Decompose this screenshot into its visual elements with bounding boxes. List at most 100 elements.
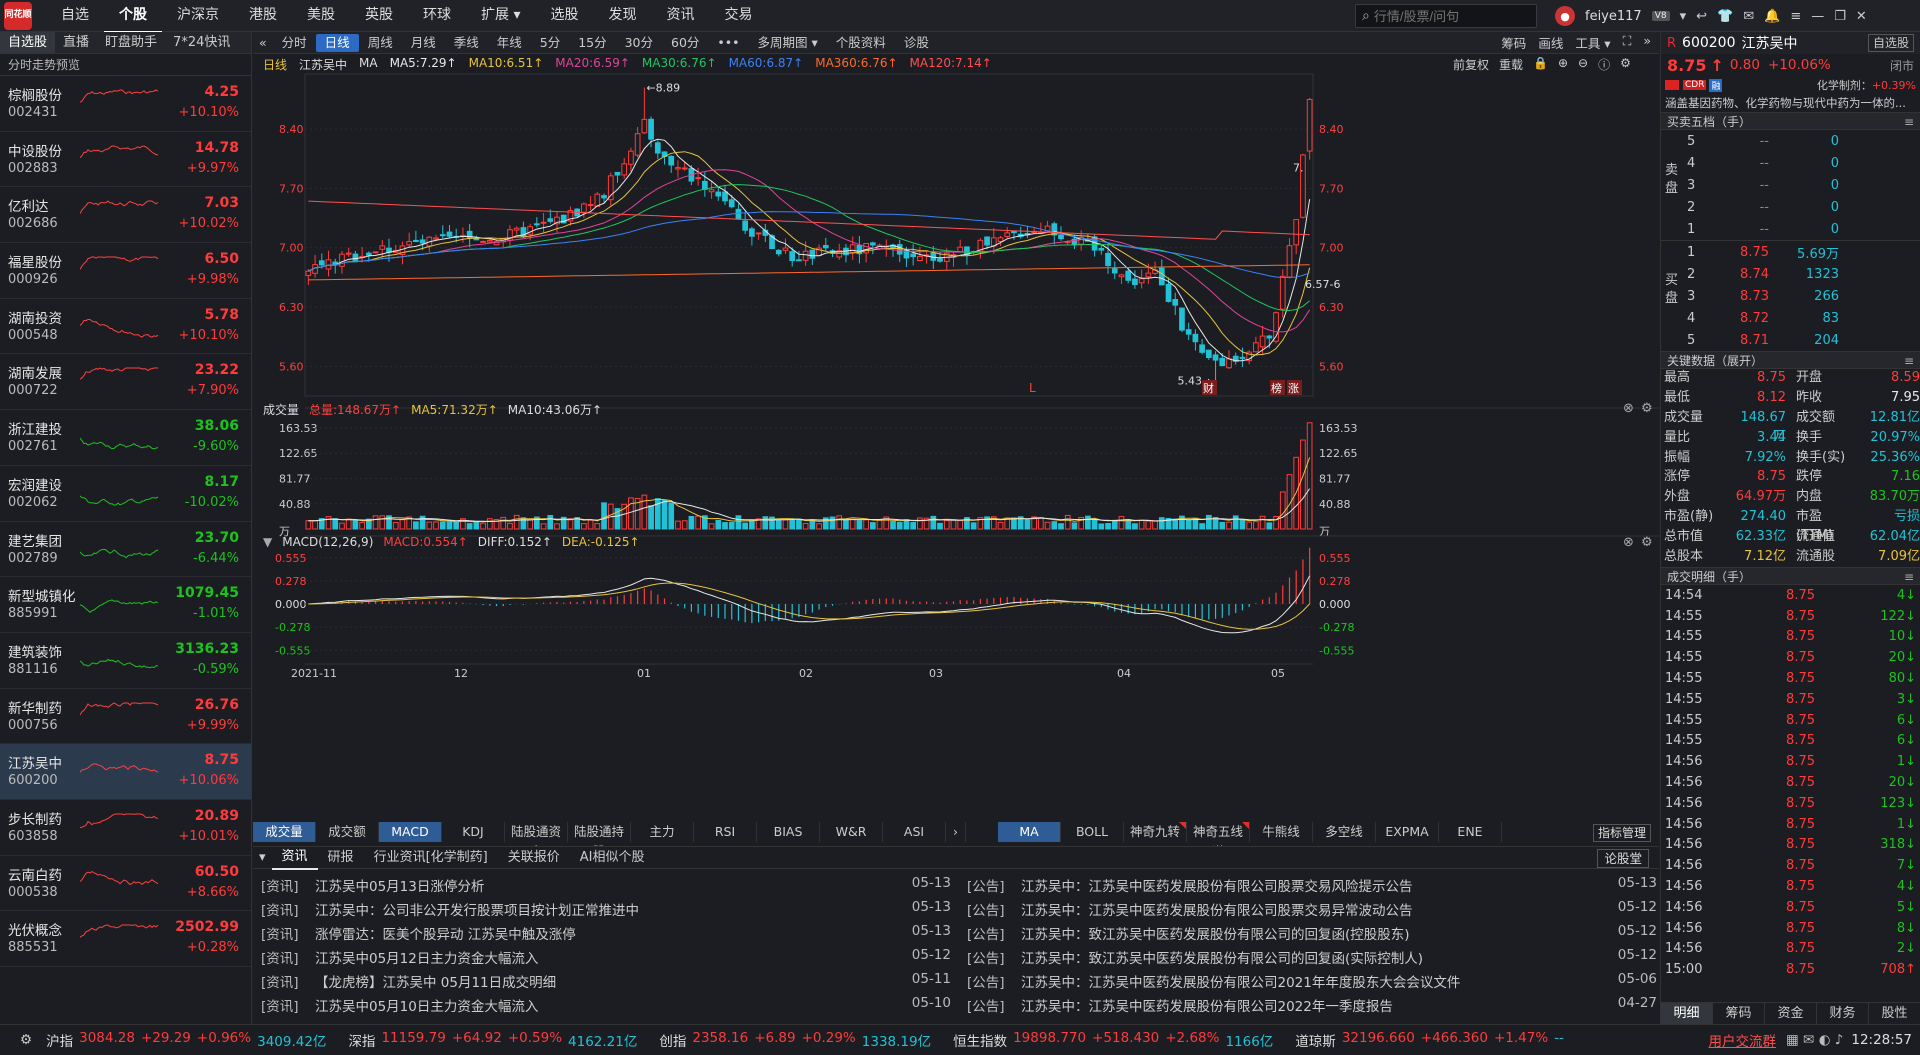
indicator-tab-9[interactable]: W&R bbox=[820, 822, 883, 842]
list-item[interactable]: 湖南发展 000722 23.22 +7.90% bbox=[0, 354, 251, 411]
menu-item-9[interactable]: 发现 bbox=[593, 0, 651, 33]
menu-item-8[interactable]: 选股 bbox=[535, 0, 593, 33]
close-icon[interactable]: ✕ bbox=[1856, 9, 1867, 24]
menu-item-10[interactable]: 资讯 bbox=[651, 0, 709, 33]
indicator-tab-6[interactable]: 主力 bbox=[631, 822, 694, 842]
menu-item-2[interactable]: 沪深京 bbox=[162, 0, 234, 33]
quote-tab-3[interactable]: 财务 bbox=[1817, 1003, 1869, 1024]
add-icon[interactable]: ⊕ bbox=[1558, 56, 1568, 73]
discuss-button[interactable]: 论股堂 bbox=[1597, 849, 1649, 868]
event-badge[interactable]: 榜 bbox=[1270, 380, 1285, 395]
list-item[interactable]: 云南白药 000538 60.50 +8.66% bbox=[0, 856, 251, 912]
lock-icon[interactable]: 🔒 bbox=[1533, 56, 1548, 73]
list-item[interactable]: 浙江建投 002761 38.06 -9.60% bbox=[0, 410, 251, 466]
period-tab-9[interactable]: 60分 bbox=[662, 32, 708, 54]
news-item[interactable]: [公告] 江苏吴中：江苏吴中医药发展股份有限公司2022年一季度报告 04-27 bbox=[967, 995, 1657, 1019]
news-tab-2[interactable]: 行业资讯[化学制药] bbox=[364, 847, 498, 869]
event-badge[interactable]: 财 bbox=[1202, 380, 1217, 395]
close-panel-icon[interactable]: ⊗ bbox=[1623, 401, 1634, 416]
period-tab-10[interactable]: ••• bbox=[708, 32, 748, 54]
period-tab-6[interactable]: 5分 bbox=[531, 32, 569, 54]
search-input[interactable] bbox=[1373, 8, 1524, 24]
list-item[interactable]: 建艺集团 002789 23.70 -6.44% bbox=[0, 522, 251, 578]
sell-level-row[interactable]: 2 -- 0 bbox=[1661, 196, 1920, 218]
status-icons[interactable]: ▦ ✉ ◐ ♪ bbox=[1786, 1032, 1843, 1048]
user-group-link[interactable]: 用户交流群 bbox=[1709, 1030, 1777, 1050]
period-tab-3[interactable]: 月线 bbox=[402, 32, 445, 54]
trades-header[interactable]: 成交明细（手） bbox=[1661, 566, 1920, 586]
quote-tab-1[interactable]: 筹码 bbox=[1713, 1003, 1765, 1024]
menu-item-7[interactable]: 扩展 ▾ bbox=[466, 0, 535, 33]
index-ticker[interactable]: 道琼斯 32196.660 +466.360 +1.47% -- bbox=[1273, 1030, 1564, 1050]
menu-item-11[interactable]: 交易 bbox=[709, 0, 767, 33]
menu-item-3[interactable]: 港股 bbox=[234, 0, 292, 33]
period-tab-0[interactable]: 分时 bbox=[273, 32, 316, 54]
sell-level-row[interactable]: 3 -- 0 bbox=[1661, 174, 1920, 196]
main-tool-1[interactable]: 重载 bbox=[1499, 56, 1523, 73]
kline-chart[interactable]: 8.40 8.40 7.70 7.70 7.00 7.00 6.30 6.30 5.60 5.60… bbox=[253, 54, 1659, 870]
close-panel-icon[interactable]: ⊗ bbox=[1623, 535, 1634, 550]
list-item[interactable]: 中设股份 002883 14.78 +9.97% bbox=[0, 132, 251, 188]
menu-item-5[interactable]: 英股 bbox=[350, 0, 408, 33]
fullscreen-icon[interactable]: ⛶ bbox=[1623, 33, 1632, 52]
bell-icon[interactable]: 🔔 bbox=[1764, 9, 1780, 24]
index-ticker[interactable]: 创指 2358.16 +6.89 +0.29% 1338.19亿 bbox=[637, 1030, 931, 1050]
list-item[interactable]: 新华制药 000756 26.76 +9.99% bbox=[0, 689, 251, 745]
orderbook-header[interactable]: 买卖五档（手） bbox=[1661, 112, 1920, 131]
collapse-right-icon[interactable]: » bbox=[1643, 33, 1651, 52]
mail-icon[interactable]: ✉ bbox=[1743, 9, 1754, 24]
period-tab-13[interactable]: 诊股 bbox=[895, 32, 938, 54]
news-item[interactable]: [资讯] 江苏吴中05月12日主力资金大幅流入 05-12 bbox=[261, 947, 951, 971]
volume-title[interactable]: 成交量 bbox=[263, 401, 299, 418]
indicator-tab-2[interactable]: MACD bbox=[379, 822, 442, 842]
period-tab-8[interactable]: 30分 bbox=[616, 32, 662, 54]
watchlist-tab-1[interactable]: 直播 bbox=[55, 32, 97, 53]
indicator-tab-4[interactable]: 陆股通资金 bbox=[505, 822, 568, 859]
restore-icon[interactable]: ❐ bbox=[1834, 9, 1846, 24]
indicator-tab-8[interactable]: BIAS bbox=[757, 822, 820, 842]
info-icon[interactable]: ⓘ bbox=[1598, 56, 1610, 73]
list-item[interactable]: 江苏吴中 600200 8.75 +10.06% bbox=[0, 744, 251, 800]
overlay-tab-1[interactable]: BOLL bbox=[1061, 822, 1124, 842]
macd-title[interactable]: MACD(12,26,9) bbox=[282, 535, 373, 549]
period-tab-12[interactable]: 个股资料 bbox=[827, 32, 895, 54]
chart-tool-0[interactable]: 筹码 bbox=[1501, 33, 1526, 52]
search-box[interactable]: ⌕ bbox=[1355, 4, 1537, 28]
news-tab-4[interactable]: AI相似个股 bbox=[570, 847, 655, 869]
buy-level-row[interactable]: 5 8.71 204 bbox=[1661, 329, 1920, 351]
watchlist-tab-3[interactable]: 7*24快讯 bbox=[165, 32, 238, 53]
buy-level-row[interactable]: 2 8.74 1323 bbox=[1661, 263, 1920, 285]
main-tool-0[interactable]: 前复权 bbox=[1453, 56, 1489, 73]
quote-tab-2[interactable]: 资金 bbox=[1765, 1003, 1817, 1024]
indicator-tab-10[interactable]: ASI bbox=[883, 822, 946, 842]
list-item[interactable]: 步长制药 603858 20.89 +10.01% bbox=[0, 800, 251, 856]
key-data-header[interactable]: 关键数据（展开） bbox=[1661, 351, 1920, 370]
news-collapse-icon[interactable]: ▾ bbox=[253, 847, 272, 869]
overlay-tab-2[interactable]: 神奇九转 bbox=[1124, 822, 1187, 842]
margin-tag[interactable]: 融 bbox=[1709, 78, 1723, 92]
index-ticker[interactable]: 深指 11159.79 +64.92 +0.59% 4162.21亿 bbox=[326, 1030, 637, 1050]
menu-item-4[interactable]: 美股 bbox=[292, 0, 350, 33]
news-tab-3[interactable]: 关联报价 bbox=[498, 847, 570, 869]
ma-label[interactable]: MA bbox=[359, 56, 378, 73]
watchlist-tab-2[interactable]: 盯盘助手 bbox=[97, 32, 165, 53]
overlay-tab-3[interactable]: 神奇五线谱 bbox=[1187, 822, 1250, 859]
cdr-tag[interactable]: CDR bbox=[1683, 80, 1707, 90]
overlay-tab-6[interactable]: EXPMA bbox=[1376, 822, 1439, 842]
dropdown-icon[interactable]: ▾ bbox=[1680, 9, 1687, 24]
industry-label[interactable]: 化学制剂： bbox=[1817, 77, 1872, 93]
username[interactable]: feiye117 bbox=[1585, 9, 1642, 24]
menu-item-0[interactable]: 自选 bbox=[46, 0, 104, 33]
indicator-tab-7[interactable]: RSI bbox=[694, 822, 757, 842]
buy-level-row[interactable]: 1 8.75 5.69万 bbox=[1661, 241, 1920, 263]
news-item[interactable]: [资讯] 涨停雷达：医美个股异动 江苏吴中触及涨停 05-13 bbox=[261, 923, 951, 947]
sell-level-row[interactable]: 1 -- 0 bbox=[1661, 218, 1920, 240]
more-indicators-icon[interactable]: › bbox=[946, 822, 966, 842]
indicator-tab-3[interactable]: KDJ bbox=[442, 822, 505, 842]
news-tab-1[interactable]: 研报 bbox=[318, 847, 364, 869]
period-tab-11[interactable]: 多周期图 ▾ bbox=[749, 32, 827, 54]
panel-settings-icon[interactable]: ⚙ bbox=[1641, 401, 1653, 416]
list-item[interactable]: 棕榈股份 002431 4.25 +10.10% bbox=[0, 76, 251, 132]
macd-collapse-icon[interactable]: ▼ bbox=[263, 535, 272, 549]
index-ticker[interactable]: 沪指 3084.28 +29.29 +0.96% 3409.42亿 bbox=[32, 1030, 326, 1050]
